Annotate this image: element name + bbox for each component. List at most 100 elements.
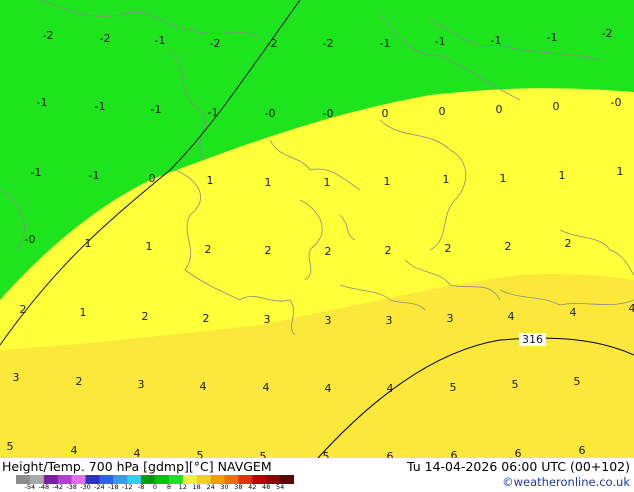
temperature-label: -2 [100,32,111,45]
temperature-label: -1 [31,166,42,179]
temperature-label: -1 [491,34,502,47]
temperature-label: 5 [7,440,14,453]
temperature-label: 1 [443,173,450,186]
colorbar-tick-label: 0 [153,484,157,490]
temperature-label: 2 [565,237,572,250]
temperature-label: 1 [85,237,92,250]
temperature-label: 4 [570,306,577,319]
temperature-label: 4 [325,382,332,395]
temperature-label: 3 [138,378,145,391]
temperature-label: -2 [210,37,221,50]
colorbar-tick-label: -24 [94,484,105,490]
temperature-label: -0 [323,107,334,120]
temperature-label: -1 [547,31,558,44]
temperature-label: 1 [617,165,624,178]
temperature-label: 2 [385,244,392,257]
temperature-label: 1 [146,240,153,253]
temperature-label: 1 [324,176,331,189]
temperature-label: 0 [439,105,446,118]
colorbar-tick-label: 24 [206,484,214,490]
temperature-label: 2 [76,375,83,388]
temperature-label: 4 [387,382,394,395]
colorbar-tick-label: -42 [52,484,63,490]
temperature-label: 1 [384,175,391,188]
contour-label: 316 [522,333,543,346]
temperature-label: 2 [20,303,27,316]
temperature-label: 5 [574,375,581,388]
temperature-label: -2 [267,37,278,50]
temperature-label: -1 [151,103,162,116]
temperature-label: 2 [205,243,212,256]
colorbar-tick-label: 12 [179,484,187,490]
temperature-label: 2 [505,240,512,253]
temperature-label: 2 [325,245,332,258]
colorbar-tick-label: -54 [25,484,36,490]
colorbar-tick-label: 48 [262,484,270,490]
colorbar-tick-label: -48 [38,484,49,490]
temperature-label: 1 [265,176,272,189]
temperature-label: 2 [203,312,210,325]
map-title: Height/Temp. 700 hPa [gdmp][°C] NAVGEM [2,459,272,474]
temperature-label: 1 [559,169,566,182]
temperature-label: 4 [200,380,207,393]
temperature-label: 0 [496,103,503,116]
temperature-label: 2 [265,244,272,257]
temperature-label: 5 [197,449,204,458]
colorbar-tick-label: 30 [220,484,228,490]
temperature-label: -1 [155,34,166,47]
temperature-label: 6 [579,444,586,457]
colorbar-tick-label: 18 [193,484,201,490]
colorbar-tick-label: 38 [234,484,242,490]
temperature-label: 4 [508,310,515,323]
temperature-label: 0 [553,100,560,113]
temperature-label: 3 [264,313,271,326]
temperature-label: 4 [134,447,141,458]
temperature-label: 5 [323,450,330,458]
temperature-label: 3 [325,314,332,327]
temperature-label: -2 [43,29,54,42]
temperature-label: -1 [208,106,219,119]
temperature-label: 5 [260,450,267,458]
credit-link[interactable]: ©weatheronline.co.uk [502,475,630,489]
temperature-label: 3 [386,314,393,327]
colorbar-ticks: -54-48-42-38-30-24-18-12 -8 0 8 12 18 24 30 38 42… [0,484,300,492]
temperature-label: 0 [149,172,156,185]
temperature-label: -1 [37,96,48,109]
temperature-label: -0 [265,107,276,120]
colorbar-tick-label: 42 [248,484,256,490]
temperature-label: 4 [71,444,78,457]
temperature-label: 5 [512,378,519,391]
temperature-label: 6 [451,449,458,458]
temperature-label: 6 [387,450,394,458]
colorbar-tick-label: -18 [108,484,119,490]
colorbar-tick-label: 8 [167,484,171,490]
temperature-label: 6 [515,447,522,458]
valid-time: Tu 14-04-2026 06:00 UTC (00+102) [407,459,630,474]
temperature-label: -0 [25,233,36,246]
colorbar-tick-label: -38 [66,484,77,490]
temperature-label: -1 [95,100,106,113]
temperature-label: 4 [263,381,270,394]
colorbar-tick-label: -8 [138,484,144,490]
temperature-label: -1 [89,169,100,182]
temperature-label: 1 [500,172,507,185]
colorbar-tick-label: -12 [122,484,133,490]
temperature-label: 0 [382,107,389,120]
colorbar-tick-label: -30 [80,484,91,490]
temperature-label: -2 [323,37,334,50]
temperature-label: 3 [447,312,454,325]
temperature-label: 1 [207,174,214,187]
temperature-label: 1 [80,306,87,319]
temperature-label: 2 [142,310,149,323]
footer: Height/Temp. 700 hPa [gdmp][°C] NAVGEM T… [0,458,634,490]
colorbar-tick-label: 54 [276,484,284,490]
weather-map: 316 -2-2-1-2-2-2-1-1-1-1-2-1-1-1-1-0-000… [0,0,634,458]
temperature-label: -0 [611,96,622,109]
temperature-label: 2 [445,242,452,255]
temperature-label: -2 [602,27,613,40]
temperature-label: 3 [13,371,20,384]
temperature-label: -1 [435,35,446,48]
temperature-label: -1 [380,37,391,50]
temperature-label: 4 [629,302,634,315]
temperature-label: 5 [450,381,457,394]
